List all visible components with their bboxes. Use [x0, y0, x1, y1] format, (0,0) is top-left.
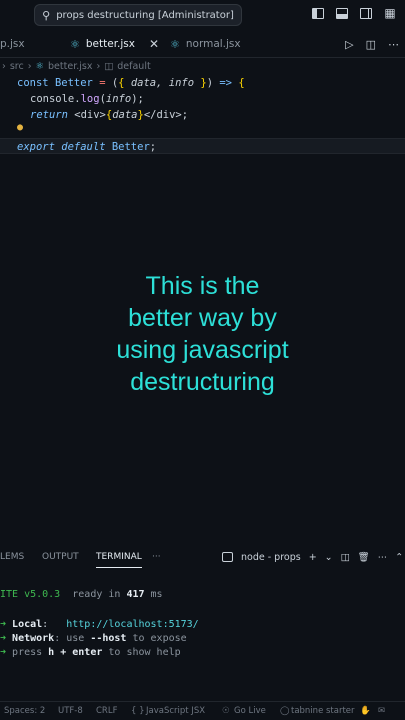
editor-actions: ▷ ◫ ⋯ — [345, 30, 399, 58]
lightbulb-icon[interactable]: ● — [17, 122, 23, 133]
terminal-name[interactable]: node - props — [241, 552, 301, 563]
title-bar: ⚲ props destructuring [Administrator] ▦ — [0, 0, 405, 30]
more-actions-icon[interactable]: ⋯ — [388, 38, 399, 51]
video-caption-overlay: This is the better way by using javascri… — [0, 270, 405, 398]
tab-better-jsx[interactable]: ⚛ better.jsx ✕ — [70, 30, 159, 58]
close-icon[interactable]: ✕ — [149, 37, 159, 51]
status-eol[interactable]: CRLF — [96, 702, 117, 720]
tab-output[interactable]: OUTPUT — [42, 546, 79, 568]
toggle-panel-icon[interactable] — [335, 6, 349, 20]
code-line-1: const Better = ({ data, info }) => { — [17, 77, 245, 89]
terminal-line-vite: ITE v5.0.3 ready in 417 ms — [0, 589, 163, 600]
code-line-5: export default Better; — [17, 141, 157, 153]
customize-layout-icon[interactable]: ▦ — [383, 6, 397, 20]
broadcast-icon: ☉ — [222, 706, 230, 716]
status-tabnine[interactable]: tabnine starter — [291, 702, 355, 720]
terminal-icon — [222, 552, 233, 562]
code-line-3: return <div>{data}</div>; — [30, 109, 189, 121]
react-icon: ⚛ — [70, 37, 80, 51]
tab-label: p.jsx — [0, 38, 25, 50]
editor-tabs: p.jsx ⚛ better.jsx ✕ ⚛ normal.jsx ▷ ◫ ⋯ — [0, 30, 405, 58]
react-icon: ⚛ — [170, 37, 180, 51]
code-line-2: console.log(info); — [30, 93, 144, 105]
symbol-icon: ◫ — [104, 61, 114, 72]
breadcrumb-separator: › — [2, 61, 6, 72]
trash-icon[interactable]: 🗑 — [358, 552, 370, 563]
status-encoding[interactable]: UTF-8 — [58, 702, 83, 720]
split-terminal-icon[interactable]: ◫ — [341, 552, 350, 563]
toggle-secondary-sidebar-icon[interactable] — [359, 6, 373, 20]
command-center-text: props destructuring [Administrator] — [56, 9, 234, 21]
tab-app-jsx[interactable]: p.jsx — [0, 30, 25, 58]
split-editor-icon[interactable]: ◫ — [366, 38, 376, 51]
hand-icon: ✋ — [360, 706, 371, 716]
terminal-controls: node - props + ⌄ ◫ 🗑 ⋯ ⌃ — [222, 546, 403, 568]
breadcrumb-separator: › — [27, 61, 32, 72]
status-bar: Spaces: 2 UTF-8 CRLF { } JavaScript JSX … — [0, 701, 405, 720]
breadcrumb-separator: › — [96, 61, 101, 72]
layout-controls: ▦ — [311, 6, 397, 20]
chevron-up-icon[interactable]: ⌃ — [395, 552, 403, 563]
run-icon[interactable]: ▷ — [345, 38, 353, 51]
breadcrumb-file[interactable]: better.jsx — [48, 61, 92, 72]
tab-terminal[interactable]: TERMINAL — [96, 546, 142, 568]
tab-label: better.jsx — [85, 38, 135, 50]
tabnine-icon: ◯ — [280, 706, 290, 716]
tab-normal-jsx[interactable]: ⚛ normal.jsx — [170, 30, 241, 58]
terminal-line-local: ➜ Local: http://localhost:5173/ — [0, 619, 199, 630]
status-indentation[interactable]: Spaces: 2 — [4, 702, 45, 720]
panel-tab-bar: LEMS OUTPUT TERMINAL ··· node - props + … — [0, 546, 405, 568]
command-center-search[interactable]: ⚲ props destructuring [Administrator] — [34, 4, 242, 26]
chevron-down-icon[interactable]: ⌄ — [325, 552, 333, 563]
breadcrumb-folder[interactable]: src — [10, 61, 24, 72]
breadcrumb: › src › ⚛ better.jsx › ◫ default — [0, 58, 405, 75]
toggle-primary-sidebar-icon[interactable] — [311, 6, 325, 20]
terminal-line-network: ➜ Network: use --host to expose — [0, 633, 187, 644]
status-go-live[interactable]: Go Live — [234, 702, 266, 720]
caption-line-1: This is the — [145, 272, 260, 300]
caption-line-2: better way by — [128, 304, 277, 332]
panel-more-button[interactable]: ··· — [152, 546, 161, 568]
tab-label: normal.jsx — [185, 38, 241, 50]
breadcrumb-symbol[interactable]: default — [117, 61, 150, 72]
new-terminal-icon[interactable]: + — [309, 552, 317, 563]
terminal-line-help: ➜ press h + enter to show help — [0, 647, 181, 658]
caption-line-3: using javascript — [116, 336, 289, 364]
braces-icon: { } — [131, 706, 145, 716]
caption-line-4: destructuring — [130, 368, 275, 396]
status-language[interactable]: JavaScript JSX — [146, 702, 205, 720]
search-icon: ⚲ — [42, 8, 51, 22]
more-actions-icon[interactable]: ⋯ — [378, 552, 388, 563]
tab-problems[interactable]: LEMS — [0, 546, 24, 568]
bell-icon[interactable]: ✉ — [378, 702, 385, 720]
react-icon: ⚛ — [35, 61, 45, 72]
